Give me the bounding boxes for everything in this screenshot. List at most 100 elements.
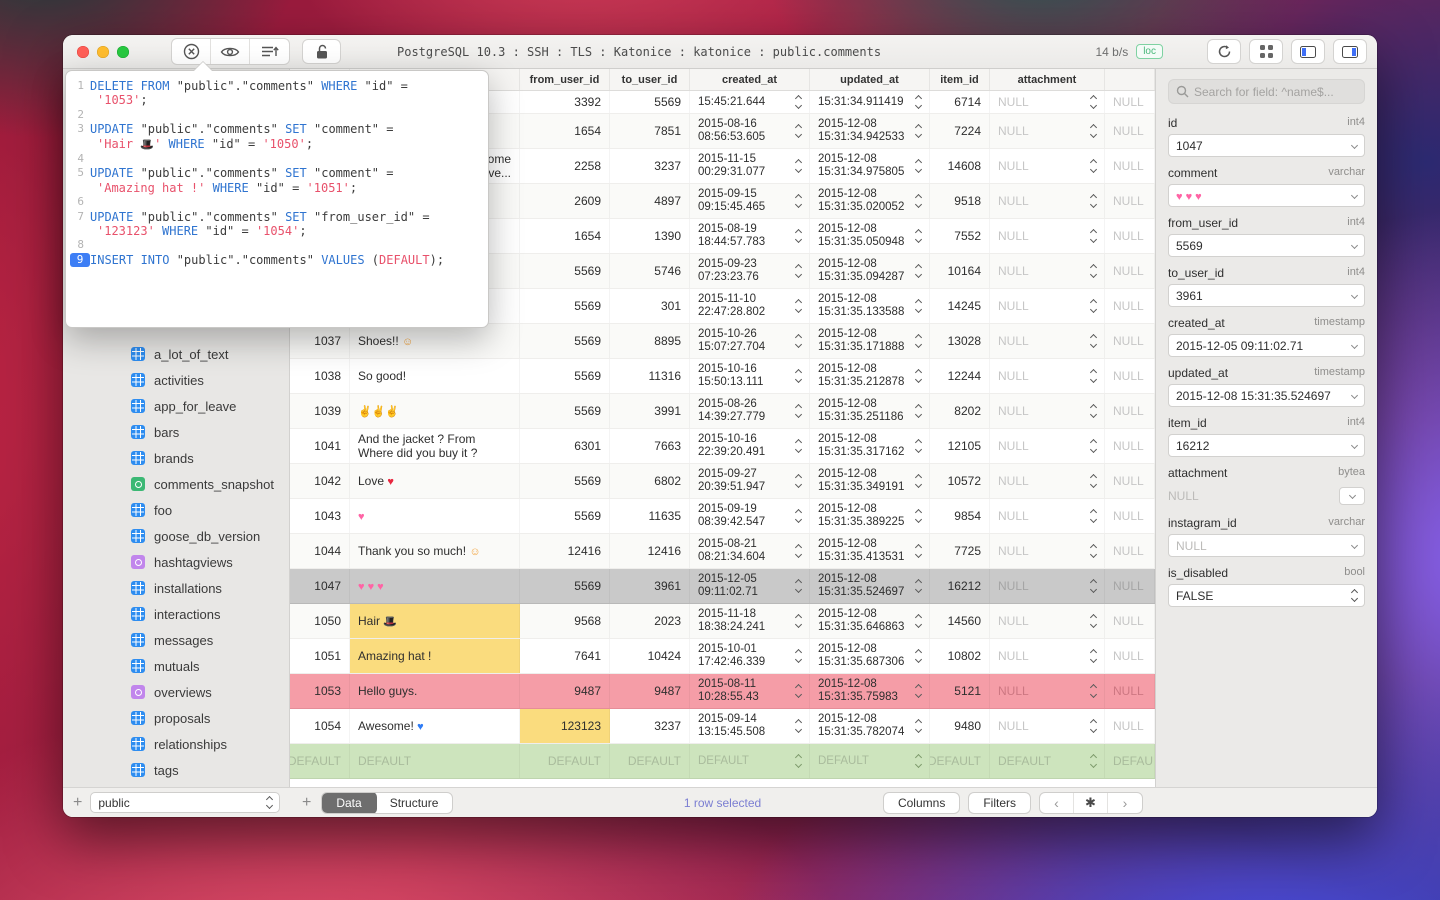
- sql-code[interactable]: 1DELETE FROM "public"."comments" WHERE "…: [70, 79, 480, 267]
- cell-item-id[interactable]: 7725: [930, 534, 990, 568]
- close-button[interactable]: [77, 46, 89, 58]
- cell-from-user-id[interactable]: 5569: [520, 569, 610, 603]
- cell-item-id[interactable]: 6714: [930, 91, 990, 113]
- value-stepper[interactable]: [912, 510, 921, 522]
- cell-comment[interactable]: ♥ ♥ ♥: [350, 569, 520, 603]
- sidebar-item-proposals[interactable]: proposals: [63, 705, 289, 731]
- cell-created-at[interactable]: 2015-08-21 08:21:34.604: [690, 534, 810, 568]
- commit-changes-button[interactable]: [250, 39, 289, 64]
- cell-item-id[interactable]: 14560: [930, 604, 990, 638]
- cell-item-id[interactable]: 9854: [930, 499, 990, 533]
- cell-comment[interactable]: Hair 🎩: [350, 604, 520, 638]
- cell-created-at[interactable]: 2015-10-16 22:39:20.491: [690, 429, 810, 463]
- cell-to-user-id[interactable]: 1390: [610, 219, 690, 253]
- value-stepper[interactable]: [912, 195, 921, 207]
- next-page-button[interactable]: ›: [1108, 793, 1142, 813]
- cell-to-user-id[interactable]: 11316: [610, 359, 690, 393]
- value-stepper[interactable]: [912, 580, 921, 592]
- cell-instagram-id[interactable]: NULL: [1105, 429, 1155, 463]
- sidebar-item-tags[interactable]: tags: [63, 757, 289, 783]
- table-row[interactable]: 1051Amazing hat !7641104242015-10-01 17:…: [290, 639, 1155, 674]
- value-stepper[interactable]: [1087, 755, 1096, 767]
- column-header-to_user_id[interactable]: to_user_id: [610, 69, 690, 90]
- cell-attachment[interactable]: NULL: [990, 359, 1105, 393]
- cell-comment[interactable]: Awesome! ♥: [350, 709, 520, 743]
- cell-comment[interactable]: DEFAULT: [350, 744, 520, 778]
- cell-updated-at[interactable]: 2015-12-08 15:31:35.646863: [810, 604, 930, 638]
- cell-created-at[interactable]: 2015-09-19 08:39:42.547: [690, 499, 810, 533]
- value-stepper[interactable]: [792, 265, 801, 277]
- cell-instagram-id[interactable]: NULL: [1105, 569, 1155, 603]
- cell-id[interactable]: 1047: [290, 569, 350, 603]
- cell-updated-at[interactable]: DEFAULT: [810, 744, 930, 778]
- cell-from-user-id[interactable]: 5569: [520, 464, 610, 498]
- cell-attachment[interactable]: NULL: [990, 394, 1105, 428]
- cell-item-id[interactable]: 5121: [930, 674, 990, 708]
- value-stepper[interactable]: [1087, 685, 1096, 697]
- cell-instagram-id[interactable]: NULL: [1105, 394, 1155, 428]
- settings-button[interactable]: ✱: [1074, 793, 1108, 813]
- toggle-left-panel-button[interactable]: [1291, 39, 1325, 64]
- value-stepper[interactable]: [1087, 475, 1096, 487]
- cell-attachment[interactable]: NULL: [990, 219, 1105, 253]
- cell-to-user-id[interactable]: 5746: [610, 254, 690, 288]
- cell-attachment[interactable]: NULL: [990, 429, 1105, 463]
- cell-instagram-id[interactable]: NULL: [1105, 289, 1155, 323]
- value-stepper[interactable]: [912, 545, 921, 557]
- cell-instagram-id[interactable]: NULL: [1105, 219, 1155, 253]
- cell-attachment[interactable]: NULL: [990, 289, 1105, 323]
- lock-button[interactable]: [302, 39, 341, 64]
- value-stepper[interactable]: [792, 475, 801, 487]
- cell-item-id[interactable]: 9480: [930, 709, 990, 743]
- cell-to-user-id[interactable]: 10424: [610, 639, 690, 673]
- cell-created-at[interactable]: 2015-08-26 14:39:27.779: [690, 394, 810, 428]
- cell-updated-at[interactable]: 2015-12-08 15:31:35.094287: [810, 254, 930, 288]
- cell-attachment[interactable]: NULL: [990, 604, 1105, 638]
- cell-updated-at[interactable]: 2015-12-08 15:31:35.687306: [810, 639, 930, 673]
- value-stepper[interactable]: [1087, 195, 1096, 207]
- cell-comment[interactable]: ✌✌✌: [350, 394, 520, 428]
- value-stepper[interactable]: [1087, 580, 1096, 592]
- cell-updated-at[interactable]: 2015-12-08 15:31:35.133588: [810, 289, 930, 323]
- cell-attachment[interactable]: NULL: [990, 534, 1105, 568]
- value-stepper[interactable]: [792, 510, 801, 522]
- cell-item-id[interactable]: 13028: [930, 324, 990, 358]
- cell-item-id[interactable]: 10164: [930, 254, 990, 288]
- sidebar-item-activities[interactable]: activities: [63, 367, 289, 393]
- table-row[interactable]: 1043♥5569116352015-09-19 08:39:42.547201…: [290, 499, 1155, 534]
- filters-button[interactable]: Filters: [968, 792, 1031, 814]
- value-stepper[interactable]: [792, 685, 801, 697]
- table-row[interactable]: 1054Awesome! ♥12312332372015-09-14 13:15…: [290, 709, 1155, 744]
- sidebar-item-brands[interactable]: brands: [63, 445, 289, 471]
- value-stepper[interactable]: [912, 440, 921, 452]
- value-stepper[interactable]: [792, 440, 801, 452]
- value-stepper[interactable]: [912, 96, 921, 108]
- cell-attachment[interactable]: NULL: [990, 114, 1105, 148]
- field-value-box[interactable]: 2015-12-08 15:31:35.524697: [1168, 384, 1365, 407]
- toggle-right-panel-button[interactable]: [1333, 39, 1367, 64]
- cell-created-at[interactable]: 2015-08-19 18:44:57.783: [690, 219, 810, 253]
- cell-updated-at[interactable]: 2015-12-08 15:31:35.524697: [810, 569, 930, 603]
- cell-from-user-id[interactable]: 7641: [520, 639, 610, 673]
- cell-from-user-id[interactable]: 123123: [520, 709, 610, 743]
- cell-attachment[interactable]: NULL: [990, 184, 1105, 218]
- cell-updated-at[interactable]: 2015-12-08 15:31:34.975805: [810, 149, 930, 183]
- sidebar-item-comments_snapshot[interactable]: comments_snapshot: [63, 471, 289, 497]
- value-stepper[interactable]: [792, 545, 801, 557]
- cell-created-at[interactable]: 2015-10-01 17:42:46.339: [690, 639, 810, 673]
- cell-instagram-id[interactable]: NULL: [1105, 534, 1155, 568]
- cell-from-user-id[interactable]: 1654: [520, 114, 610, 148]
- disconnect-button[interactable]: [172, 39, 211, 64]
- field-search-input[interactable]: [1194, 85, 1357, 99]
- value-stepper[interactable]: [912, 720, 921, 732]
- cell-updated-at[interactable]: 2015-12-08 15:31:35.171888: [810, 324, 930, 358]
- cell-from-user-id[interactable]: 1654: [520, 219, 610, 253]
- cell-instagram-id[interactable]: NULL: [1105, 464, 1155, 498]
- cell-created-at[interactable]: 2015-09-23 07:23:23.76: [690, 254, 810, 288]
- cell-created-at[interactable]: 2015-09-14 13:15:45.508: [690, 709, 810, 743]
- value-stepper[interactable]: [1087, 405, 1096, 417]
- cell-item-id[interactable]: 10572: [930, 464, 990, 498]
- value-stepper[interactable]: [912, 230, 921, 242]
- cell-id[interactable]: 1039: [290, 394, 350, 428]
- cell-to-user-id[interactable]: 301: [610, 289, 690, 323]
